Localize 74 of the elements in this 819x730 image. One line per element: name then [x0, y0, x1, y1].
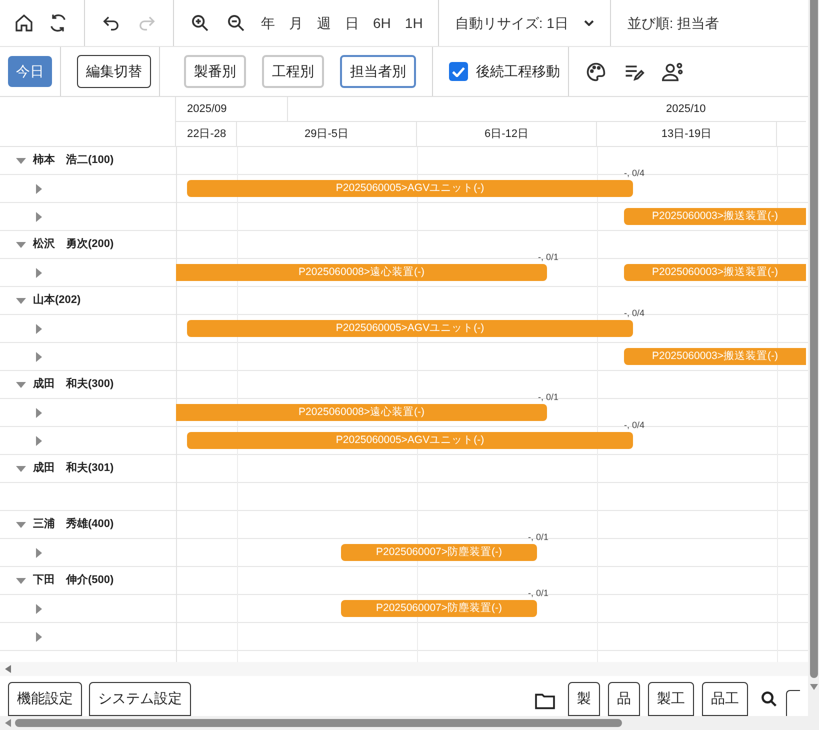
filter-button[interactable]: 製 [568, 682, 600, 716]
time-scale-button[interactable]: 6H [366, 8, 398, 38]
caret-right-icon[interactable] [36, 408, 42, 418]
refresh-icon[interactable] [48, 13, 68, 33]
checkbox[interactable] [449, 62, 468, 81]
zoom-out-icon[interactable] [226, 13, 246, 33]
week-label: 29日-5日 [304, 126, 349, 142]
progress-label: -, 0/4 [624, 420, 645, 431]
checkbox-label: 後続工程移動 [476, 62, 560, 81]
settings-button[interactable]: 機能設定 [8, 682, 82, 716]
caret-down-icon[interactable] [16, 242, 26, 248]
week-label: 6日-12日 [484, 126, 529, 142]
check-icon [452, 66, 465, 76]
page-horizontal-scrollbar[interactable] [0, 716, 808, 730]
folder-icon[interactable] [534, 692, 556, 710]
assignee-name: 柿本 浩二(100) [33, 152, 114, 168]
caret-down-icon[interactable] [16, 382, 26, 388]
sort-dropdown[interactable]: 並び順: 担当者 [619, 8, 728, 38]
caret-right-icon[interactable] [36, 212, 42, 222]
progress-label: -, 0/1 [528, 588, 549, 599]
zoom-in-icon[interactable] [190, 13, 210, 33]
assignee-name: 成田 和夫(300) [33, 376, 114, 392]
assignee-name: 松沢 勇次(200) [33, 236, 114, 252]
week-label: 13日-19日 [661, 126, 712, 142]
progress-label: -, 0/1 [528, 532, 549, 543]
progress-label: -, 0/1 [538, 392, 559, 403]
caret-right-icon[interactable] [36, 324, 42, 334]
assignee-name: 三浦 秀雄(400) [33, 516, 114, 532]
view-tab[interactable]: 製番別 [184, 55, 246, 88]
filter-button[interactable]: 品 [608, 682, 640, 716]
caret-down-icon[interactable] [16, 466, 26, 472]
edit-toggle-button[interactable]: 編集切替 [77, 55, 151, 88]
caret-right-icon[interactable] [36, 184, 42, 194]
caret-right-icon[interactable] [36, 548, 42, 558]
month-label: 2025/09 [187, 102, 227, 116]
assignee-name: 山本(202) [33, 292, 81, 308]
scroll-down-icon[interactable] [810, 684, 818, 690]
caret-right-icon[interactable] [36, 436, 42, 446]
user-settings-icon[interactable] [661, 60, 685, 82]
time-scale-button[interactable]: 1H [398, 8, 430, 38]
vertical-scrollbar[interactable] [808, 0, 819, 730]
palette-icon[interactable] [585, 60, 607, 82]
horizontal-scrollbar[interactable] [0, 662, 808, 676]
home-icon[interactable] [14, 13, 34, 33]
caret-down-icon[interactable] [16, 298, 26, 304]
caret-down-icon[interactable] [16, 158, 26, 164]
assignee-name: 下田 伸介(500) [33, 572, 114, 588]
time-scale-button[interactable]: 日 [338, 8, 366, 38]
scroll-left-icon[interactable] [5, 719, 11, 727]
view-tab[interactable]: 工程別 [262, 55, 324, 88]
today-button[interactable]: 今日 [8, 56, 52, 87]
auto-resize-dropdown[interactable]: 自動リサイズ: 1日 [446, 8, 602, 38]
caret-right-icon[interactable] [36, 604, 42, 614]
caret-down-icon[interactable] [16, 522, 26, 528]
time-scale-button[interactable]: 年 [254, 8, 282, 38]
caret-right-icon[interactable] [36, 632, 42, 642]
week-label: 22日-28 [187, 126, 226, 142]
time-scale-button[interactable]: 月 [282, 8, 310, 38]
chevron-down-icon [584, 20, 594, 26]
search-icon[interactable] [760, 690, 778, 708]
scroll-left-icon[interactable] [5, 665, 11, 673]
time-scale-button[interactable]: 週 [310, 8, 338, 38]
caret-right-icon[interactable] [36, 268, 42, 278]
month-label: 2025/10 [666, 102, 706, 116]
caret-right-icon[interactable] [36, 352, 42, 362]
filter-button[interactable]: 製工 [648, 682, 694, 716]
filter-button[interactable]: 品工 [702, 682, 748, 716]
assignee-name: 成田 和夫(301) [33, 460, 114, 476]
settings-button[interactable]: システム設定 [89, 682, 191, 716]
caret-down-icon[interactable] [16, 578, 26, 584]
view-tab[interactable]: 担当者別 [340, 55, 416, 88]
progress-label: -, 0/4 [624, 168, 645, 179]
progress-label: -, 0/4 [624, 308, 645, 319]
progress-label: -, 0/1 [538, 252, 559, 263]
